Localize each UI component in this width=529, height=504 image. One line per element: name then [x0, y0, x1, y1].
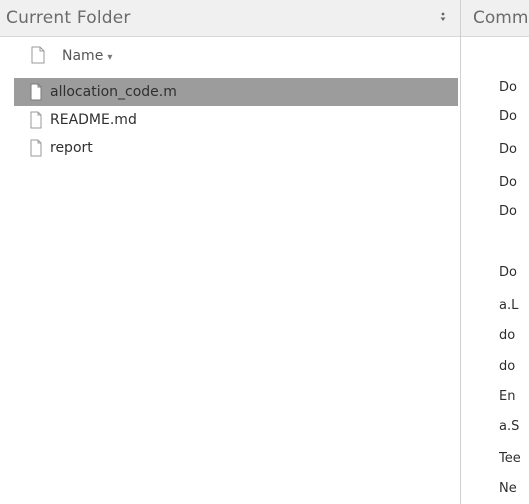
- file-row-report[interactable]: report: [14, 134, 458, 162]
- command-output-line: do: [499, 359, 516, 374]
- command-output-line: do: [499, 328, 516, 343]
- name-column-label: Name: [62, 48, 104, 64]
- command-window-panel[interactable]: Comm Do Do Do Do Do Do a.L do do En a.S …: [461, 0, 529, 504]
- command-output-line: Do: [499, 142, 517, 157]
- command-window-title: Comm: [473, 8, 529, 28]
- file-row-readme[interactable]: README.md: [14, 106, 458, 134]
- command-output-line: En: [499, 389, 516, 404]
- command-output-line: a.L: [499, 298, 519, 313]
- file-name: allocation_code.m: [50, 84, 177, 100]
- file-row-allocation-code[interactable]: allocation_code.m: [14, 78, 458, 106]
- current-folder-header: Current Folder: [0, 0, 460, 37]
- file-name: report: [50, 140, 93, 156]
- md-file-icon: [30, 111, 42, 129]
- command-output-line: Do: [499, 175, 517, 190]
- command-output-line: Ne: [499, 481, 517, 496]
- matlab-desktop: Current Folder Name ▾ allocation_code.m …: [0, 0, 529, 504]
- m-file-icon: [30, 83, 42, 101]
- panel-actions-icon[interactable]: [436, 10, 450, 26]
- sort-chevron-icon: ▾: [107, 52, 113, 63]
- file-list: allocation_code.m README.md report: [0, 76, 460, 504]
- command-window-header: Comm: [461, 0, 529, 37]
- command-output-line: Do: [499, 80, 517, 95]
- generic-file-icon: [30, 139, 42, 157]
- command-output-line: Do: [499, 109, 517, 124]
- command-output-line: Do: [499, 265, 517, 280]
- current-folder-title: Current Folder: [6, 8, 131, 28]
- file-name: README.md: [50, 112, 137, 128]
- command-output-line: Do: [499, 204, 517, 219]
- file-type-column-icon: [31, 46, 45, 64]
- name-column-header[interactable]: Name ▾: [62, 48, 112, 64]
- command-output-line: Tee: [499, 451, 521, 466]
- command-output-line: a.S: [499, 419, 520, 434]
- file-list-column-header: Name ▾: [0, 38, 460, 74]
- current-folder-panel: Current Folder Name ▾ allocation_code.m …: [0, 0, 461, 504]
